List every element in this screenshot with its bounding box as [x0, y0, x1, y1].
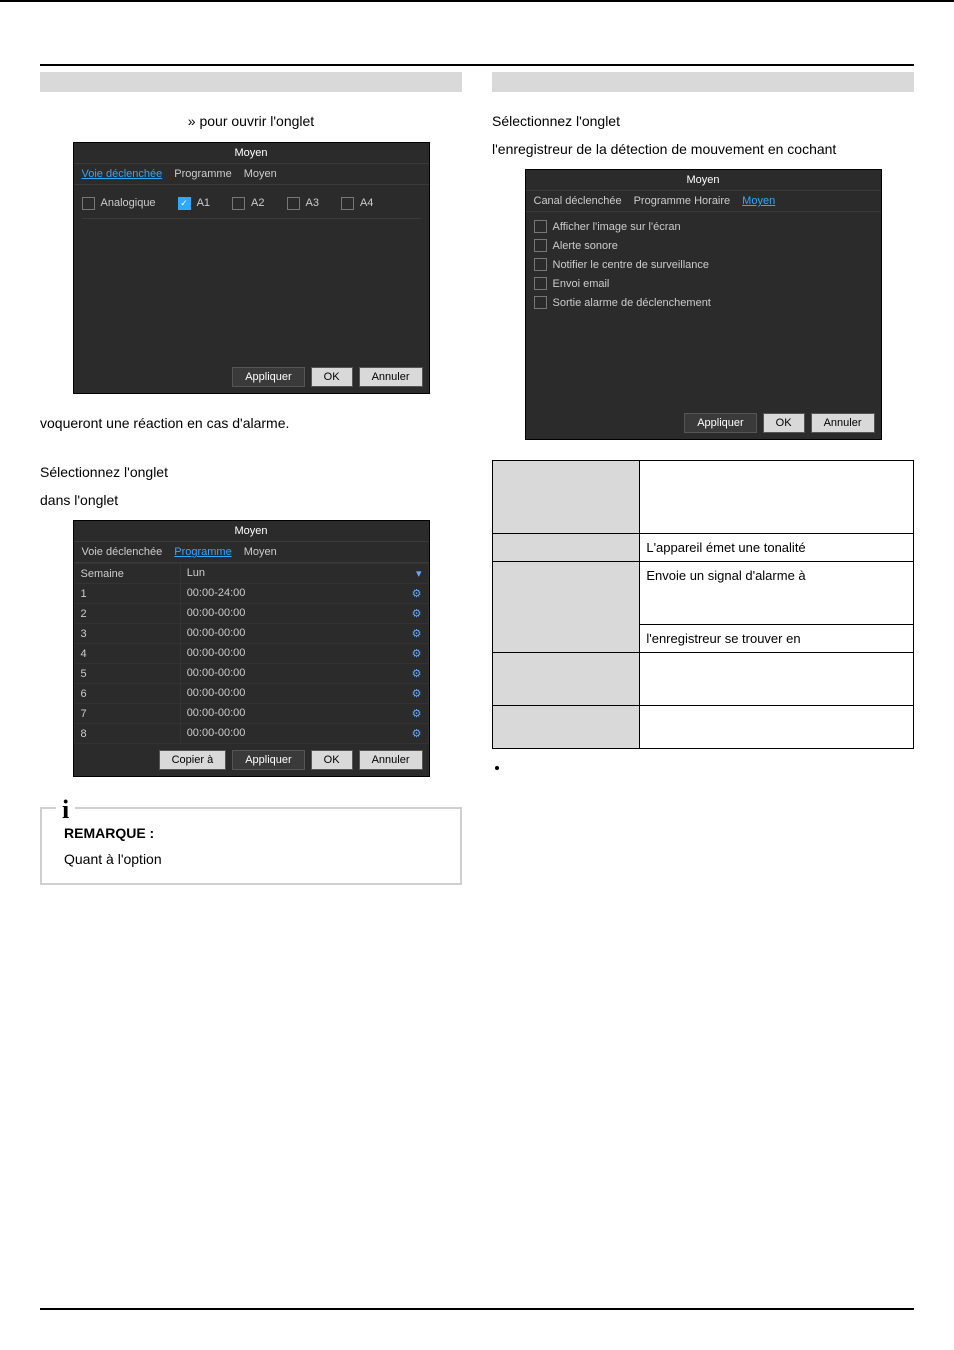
- tab-trigger-channel[interactable]: Canal déclenchée: [534, 195, 622, 207]
- checkbox-a4[interactable]: A4: [341, 197, 373, 210]
- grey-placeholder: [492, 72, 914, 92]
- left-line-1: » pour ouvrir l'onglet: [40, 112, 462, 132]
- checkbox-audible-warning[interactable]: Alerte sonore: [534, 239, 873, 252]
- panel-tabs: Canal déclenchée Programme Horaire Moyen: [526, 191, 881, 212]
- table-row: [493, 706, 914, 749]
- checkbox-a2[interactable]: A2: [232, 197, 264, 210]
- table-row: 600:00-00:00⚙: [74, 684, 428, 704]
- left-column: » pour ouvrir l'onglet Moyen Voie déclen…: [40, 72, 462, 885]
- table-row: 100:00-24:00⚙: [74, 584, 428, 604]
- tab-programme[interactable]: Programme: [174, 168, 231, 180]
- checkbox-trigger-alarm-output[interactable]: Sortie alarme de déclenchement: [534, 296, 873, 309]
- checkbox-notify-center[interactable]: Notifier le centre de surveillance: [534, 258, 873, 271]
- left-line-3: Sélectionnez l'onglet: [40, 463, 462, 483]
- right-line-1: Sélectionnez l'onglet: [492, 112, 914, 132]
- tab-programme[interactable]: Programme Horaire: [634, 195, 731, 207]
- figure-linkage-actions: Moyen Canal déclenchée Programme Horaire…: [525, 169, 882, 440]
- table-row: 400:00-00:00⚙: [74, 644, 428, 664]
- ok-button[interactable]: OK: [763, 413, 805, 433]
- table-row: 300:00-00:00⚙: [74, 624, 428, 644]
- table-row: 500:00-00:00⚙: [74, 664, 428, 684]
- cancel-button[interactable]: Annuler: [359, 750, 423, 770]
- tab-programme[interactable]: Programme: [174, 546, 231, 558]
- table-row: L'appareil émet une tonalité: [493, 534, 914, 562]
- table-row: 200:00-00:00⚙: [74, 604, 428, 624]
- gear-icon[interactable]: ⚙: [412, 647, 422, 660]
- table-row: 700:00-00:00⚙: [74, 704, 428, 724]
- gear-icon[interactable]: ⚙: [412, 607, 422, 620]
- right-line-2: l'enregistreur de la détection de mouvem…: [492, 140, 914, 160]
- tab-moyen[interactable]: Moyen: [742, 195, 775, 207]
- schedule-table: SemaineLun▾ 100:00-24:00⚙ 200:00-00:00⚙ …: [74, 563, 429, 744]
- table-row: Envoie un signal d'alarme à: [493, 562, 914, 625]
- right-column: Sélectionnez l'onglet l'enregistreur de …: [492, 72, 914, 885]
- info-icon: i: [56, 795, 75, 825]
- checkbox-full-screen[interactable]: Afficher l'image sur l'écran: [534, 220, 873, 233]
- checkbox-a3[interactable]: A3: [287, 197, 319, 210]
- panel-title: Moyen: [74, 521, 429, 542]
- gear-icon[interactable]: ⚙: [412, 707, 422, 720]
- table-row: [493, 653, 914, 706]
- gear-icon[interactable]: ⚙: [412, 667, 422, 680]
- note-title: REMARQUE :: [64, 825, 438, 841]
- gear-icon[interactable]: ⚙: [412, 627, 422, 640]
- cancel-button[interactable]: Annuler: [359, 367, 423, 387]
- figure-schedule: Moyen Voie déclenchée Programme Moyen Se…: [73, 520, 430, 777]
- grey-placeholder: [40, 72, 462, 92]
- chevron-down-icon: ▾: [416, 567, 422, 580]
- cancel-button[interactable]: Annuler: [811, 413, 875, 433]
- linkage-description-table: L'appareil émet une tonalité Envoie un s…: [492, 460, 914, 749]
- tab-moyen[interactable]: Moyen: [244, 168, 277, 180]
- tab-trigger-channel[interactable]: Voie déclenchée: [82, 546, 163, 558]
- ok-button[interactable]: OK: [311, 750, 353, 770]
- table-row: [493, 461, 914, 534]
- note-body: Quant à l'option: [64, 851, 438, 867]
- tab-moyen[interactable]: Moyen: [244, 546, 277, 558]
- gear-icon[interactable]: ⚙: [412, 687, 422, 700]
- note-box: i REMARQUE : Quant à l'option: [40, 807, 462, 885]
- apply-button[interactable]: Appliquer: [684, 413, 756, 433]
- panel-title: Moyen: [74, 143, 429, 164]
- left-line-4: dans l'onglet: [40, 491, 462, 511]
- panel-tabs: Voie déclenchée Programme Moyen: [74, 164, 429, 185]
- checkbox-analogique[interactable]: Analogique: [82, 197, 156, 210]
- tab-trigger-channel[interactable]: Voie déclenchée: [82, 168, 163, 180]
- copy-button[interactable]: Copier à: [159, 750, 227, 770]
- left-line-2: voqueront une réaction en cas d'alarme.: [40, 414, 462, 434]
- gear-icon[interactable]: ⚙: [412, 587, 422, 600]
- panel-title: Moyen: [526, 170, 881, 191]
- panel-tabs: Voie déclenchée Programme Moyen: [74, 542, 429, 563]
- apply-button[interactable]: Appliquer: [232, 367, 304, 387]
- table-row: 800:00-00:00⚙: [74, 724, 428, 744]
- figure-trigger-channel: Moyen Voie déclenchée Programme Moyen An…: [73, 142, 430, 394]
- gear-icon[interactable]: ⚙: [412, 727, 422, 740]
- day-select[interactable]: Lun▾: [180, 564, 428, 584]
- apply-button[interactable]: Appliquer: [232, 750, 304, 770]
- bullet-list: [492, 759, 914, 775]
- checkbox-send-email[interactable]: Envoi email: [534, 277, 873, 290]
- ok-button[interactable]: OK: [311, 367, 353, 387]
- checkbox-a1[interactable]: ✓A1: [178, 197, 210, 210]
